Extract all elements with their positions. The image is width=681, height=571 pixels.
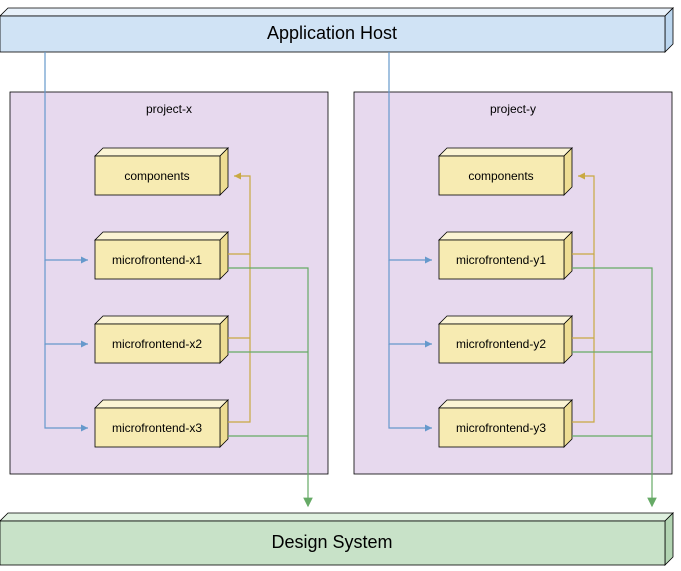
mod-top	[95, 316, 228, 324]
project-x-module-2-label: microfrontend-x2	[112, 337, 202, 351]
ds-side-face	[665, 513, 673, 565]
mod-side	[220, 148, 228, 195]
project-x-module-3: microfrontend-x3	[95, 400, 228, 447]
host-side-face	[665, 8, 673, 52]
project-y-label: project-y	[490, 102, 536, 116]
mod-side	[564, 232, 572, 279]
ds-top-face	[0, 513, 673, 521]
project-x-module-1-label: microfrontend-x1	[112, 253, 202, 267]
application-host-label: Application Host	[267, 23, 397, 43]
project-x-module-3-label: microfrontend-x3	[112, 421, 202, 435]
project-y-module-3: microfrontend-y3	[439, 400, 572, 447]
project-y-module-2: microfrontend-y2	[439, 316, 572, 363]
design-system-block: Design System	[0, 513, 673, 565]
architecture-diagram: Application Host project-x components mi…	[0, 0, 681, 571]
project-y-module-0: components	[439, 148, 572, 195]
mod-top	[439, 148, 572, 156]
project-y-module-3-label: microfrontend-y3	[456, 421, 546, 435]
project-y-module-1: microfrontend-y1	[439, 232, 572, 279]
mod-side	[564, 400, 572, 447]
application-host-block: Application Host	[0, 8, 673, 52]
project-x-module-0: components	[95, 148, 228, 195]
mod-top	[439, 400, 572, 408]
mod-side	[564, 148, 572, 195]
design-system-label: Design System	[271, 532, 392, 552]
mod-top	[439, 232, 572, 240]
project-y-module-0-label: components	[468, 169, 533, 183]
mod-side	[220, 232, 228, 279]
mod-side	[220, 400, 228, 447]
mod-top	[95, 400, 228, 408]
mod-top	[95, 148, 228, 156]
project-y-module-1-label: microfrontend-y1	[456, 253, 546, 267]
mod-top	[439, 316, 572, 324]
mod-side	[220, 316, 228, 363]
host-top-face	[0, 8, 673, 16]
mod-top	[95, 232, 228, 240]
mod-side	[564, 316, 572, 363]
project-x-module-1: microfrontend-x1	[95, 232, 228, 279]
project-x-label: project-x	[146, 102, 192, 116]
project-y-module-2-label: microfrontend-y2	[456, 337, 546, 351]
project-x-module-0-label: components	[124, 169, 189, 183]
project-x-module-2: microfrontend-x2	[95, 316, 228, 363]
